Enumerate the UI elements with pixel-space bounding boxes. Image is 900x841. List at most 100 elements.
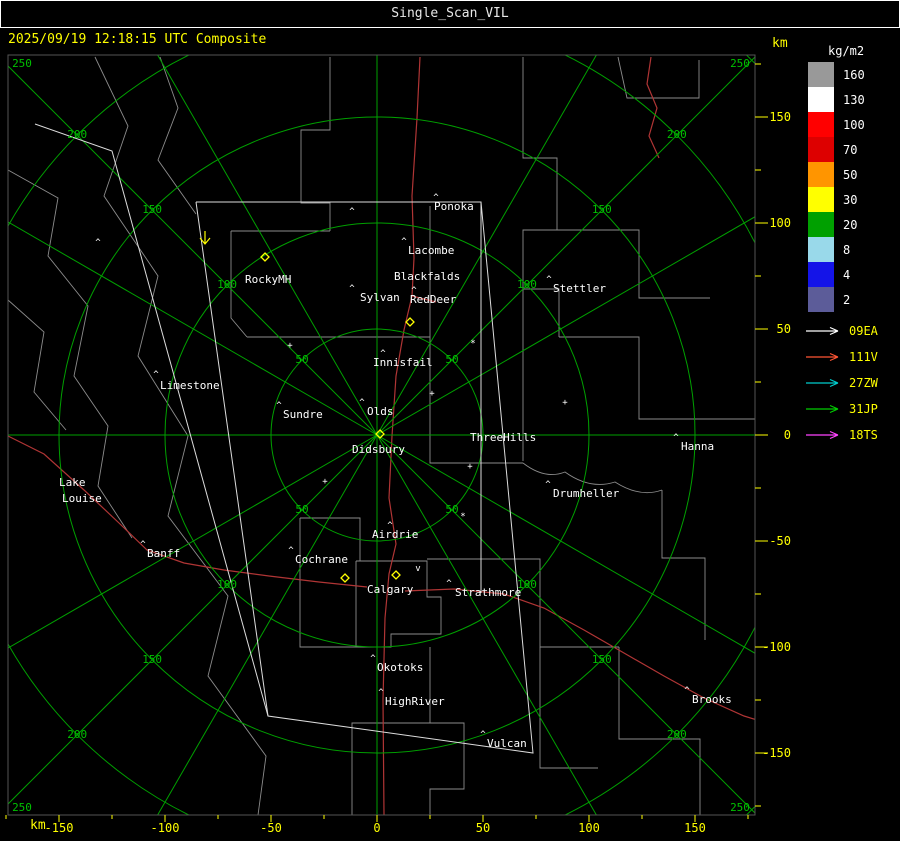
colorbar-swatch: [808, 212, 834, 237]
city-label: Banff: [147, 547, 180, 560]
county-boundary: [157, 56, 197, 215]
colorbar-value: 160: [843, 67, 865, 82]
colorbar-row: 160: [808, 62, 865, 87]
colorbar-value: 2: [843, 292, 851, 307]
range-label: 200: [67, 728, 87, 741]
colorbar-row: 4: [808, 262, 865, 287]
point-marker: ^: [480, 730, 486, 740]
city-label: Strathmore: [455, 586, 521, 599]
city-label: Sylvan: [360, 291, 400, 304]
axis-tick-label: 0: [784, 428, 791, 442]
point-marker: +: [467, 462, 473, 472]
point-marker: ^: [673, 433, 679, 443]
radar-arrow-icon: [806, 378, 839, 388]
radar-site-marker: [391, 570, 401, 580]
city-label: Cochrane: [295, 553, 348, 566]
county-boundary: [618, 647, 701, 815]
point-marker: ^: [380, 349, 386, 359]
axis-tick-label: -50: [769, 534, 791, 548]
county-boundary: [300, 57, 331, 231]
city-label: Calgary: [367, 583, 414, 596]
radar-arrow-icon: [806, 352, 839, 362]
radar-site-marker: [405, 317, 415, 327]
colorbar-value: 20: [843, 217, 858, 232]
colorbar-value: 70: [843, 142, 858, 157]
radar-id-label: 09EA: [849, 324, 878, 338]
colorbar: 160 130 100 70 50 30 20 8 4 2: [808, 62, 865, 312]
city-label: Airdrie: [372, 528, 418, 541]
colorbar-row: 50: [808, 162, 865, 187]
colorbar-swatch: [808, 262, 834, 287]
radar-id-label: 111V: [849, 350, 878, 364]
point-marker: ^: [684, 686, 690, 696]
radar-arrow-icon: [806, 404, 839, 414]
range-label: 100: [217, 578, 237, 591]
range-label: 200: [667, 128, 687, 141]
radar-site-legend: 09EA 111V 27ZW 31JP 18TS: [804, 318, 878, 448]
city-label: Limestone: [160, 379, 220, 392]
range-label: 200: [67, 128, 87, 141]
range-label: 50: [295, 503, 308, 516]
legend-panel: kg/m2 160 130 100 70 50 30 20 8 4 2 09EA 111V 27ZW 3…: [800, 40, 900, 800]
colorbar-value: 100: [843, 117, 865, 132]
county-boundary: [8, 299, 67, 431]
point-marker: +: [287, 341, 293, 351]
county-boundary: [523, 288, 560, 337]
county-boundary: [661, 490, 706, 640]
axis-tick-label: -150: [762, 746, 791, 760]
colorbar-swatch: [808, 162, 834, 187]
city-label: Olds: [367, 405, 394, 418]
colorbar-row: 2: [808, 287, 865, 312]
point-marker: *: [460, 512, 465, 522]
city-label: Brooks: [692, 693, 732, 706]
radar-id-label: 27ZW: [849, 376, 878, 390]
colorbar-row: 20: [808, 212, 865, 237]
city-label: Stettler: [553, 282, 606, 295]
colorbar-value: 50: [843, 167, 858, 182]
point-marker: ^: [276, 401, 282, 411]
radar-arrow-icon: [806, 326, 839, 336]
city-label: Sundre: [283, 408, 323, 421]
axis-tick-label: -100: [762, 640, 791, 654]
range-ring: [8, 55, 755, 815]
city-label: Okotoks: [377, 661, 423, 674]
range-label: 150: [142, 653, 162, 666]
city-label: Lake: [59, 476, 86, 489]
azimuth-line: [8, 65, 378, 436]
city-label: Ponoka: [434, 200, 474, 213]
range-label: 150: [592, 203, 612, 216]
point-marker: ^: [349, 284, 355, 294]
range-label: 250: [730, 801, 750, 814]
colorbar-row: 100: [808, 112, 865, 137]
point-marker: ^: [288, 546, 294, 556]
axis-tick-label: 50: [777, 322, 791, 336]
azimuth-line: [376, 434, 597, 815]
city-label: HighRiver: [385, 695, 445, 708]
county-boundary: [429, 337, 523, 464]
point-marker: +: [429, 389, 435, 399]
range-label: 50: [445, 503, 458, 516]
point-marker: ^: [140, 540, 146, 550]
axis-tick-label: 150: [684, 821, 706, 835]
azimuth-line: [157, 55, 378, 436]
point-marker: ^: [546, 275, 552, 285]
point-marker: ^: [349, 207, 355, 217]
range-label: 50: [445, 353, 458, 366]
radar-arrow-icon: [806, 430, 839, 440]
point-marker: ^: [545, 480, 551, 490]
range-label: 200: [667, 728, 687, 741]
city-label: Drumheller: [553, 487, 620, 500]
city-label: RockyMH: [245, 273, 291, 286]
point-marker: +: [322, 477, 328, 487]
range-label: 100: [517, 578, 537, 591]
radar-display[interactable]: Ponoka Lacombe Blackfalds Sylvan RedDeer Stet…: [0, 0, 900, 841]
county-boundary: [617, 56, 700, 99]
county-boundary: [94, 56, 267, 815]
axis-tick-label: 50: [476, 821, 490, 835]
point-marker: v: [415, 564, 420, 574]
range-label: 250: [730, 57, 750, 70]
range-label: 100: [517, 278, 537, 291]
radar-legend-row: 31JP: [804, 396, 878, 422]
city-label: ThreeHills: [470, 431, 536, 444]
colorbar-swatch: [808, 287, 834, 312]
